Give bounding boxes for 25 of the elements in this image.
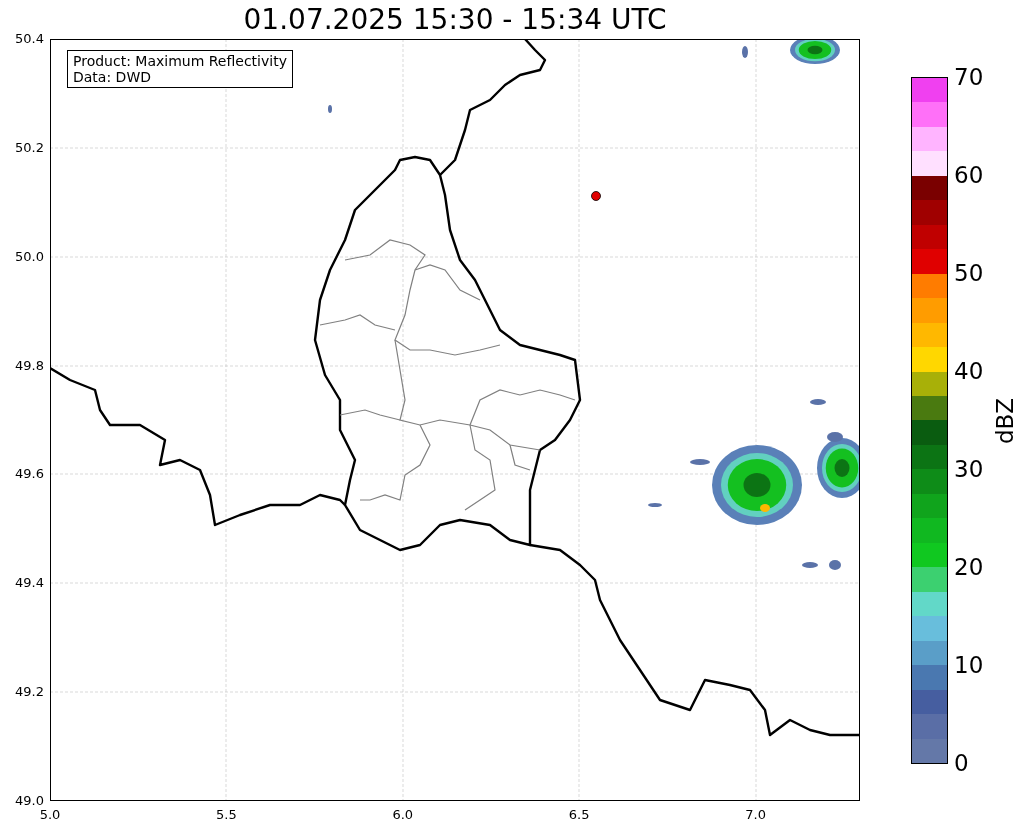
colorbar-tick-label: 10 (954, 652, 984, 678)
colorbar-tick-label: 70 (954, 64, 984, 90)
colorbar-tick-label: 50 (954, 260, 984, 286)
colorbar-tick-label: 20 (954, 554, 984, 580)
chart-title: 01.07.2025 15:30 - 15:34 UTC (242, 2, 668, 38)
y-tick-label: 49.2 (14, 684, 44, 701)
y-tick-label: 49.4 (14, 575, 44, 592)
x-tick-label: 6.5 (567, 807, 591, 823)
x-tick-label: 6.0 (391, 807, 415, 823)
info-text: Data: DWD (73, 69, 152, 85)
colorbar-tick-label: 30 (954, 456, 984, 482)
info-text: Product: Maximum Reflectivity (73, 53, 287, 69)
y-tick-label: 50.0 (14, 248, 44, 265)
colorbar-label: dBZ (992, 396, 1018, 446)
colorbar-tick-label: 60 (954, 162, 984, 188)
x-tick-label: 5.5 (215, 807, 238, 823)
x-tick-label: 7.0 (744, 807, 767, 823)
x-tick-label: 5.0 (38, 807, 62, 823)
colorbar-tick-label: 40 (954, 358, 984, 384)
y-tick-label: 49.6 (14, 466, 44, 483)
y-tick-label: 50.2 (14, 139, 44, 156)
y-tick-label: 50.4 (14, 31, 44, 47)
y-tick-label: 49.8 (14, 357, 44, 374)
colorbar-tick-label: 0 (954, 750, 969, 776)
y-tick-label: 49.0 (14, 793, 44, 809)
